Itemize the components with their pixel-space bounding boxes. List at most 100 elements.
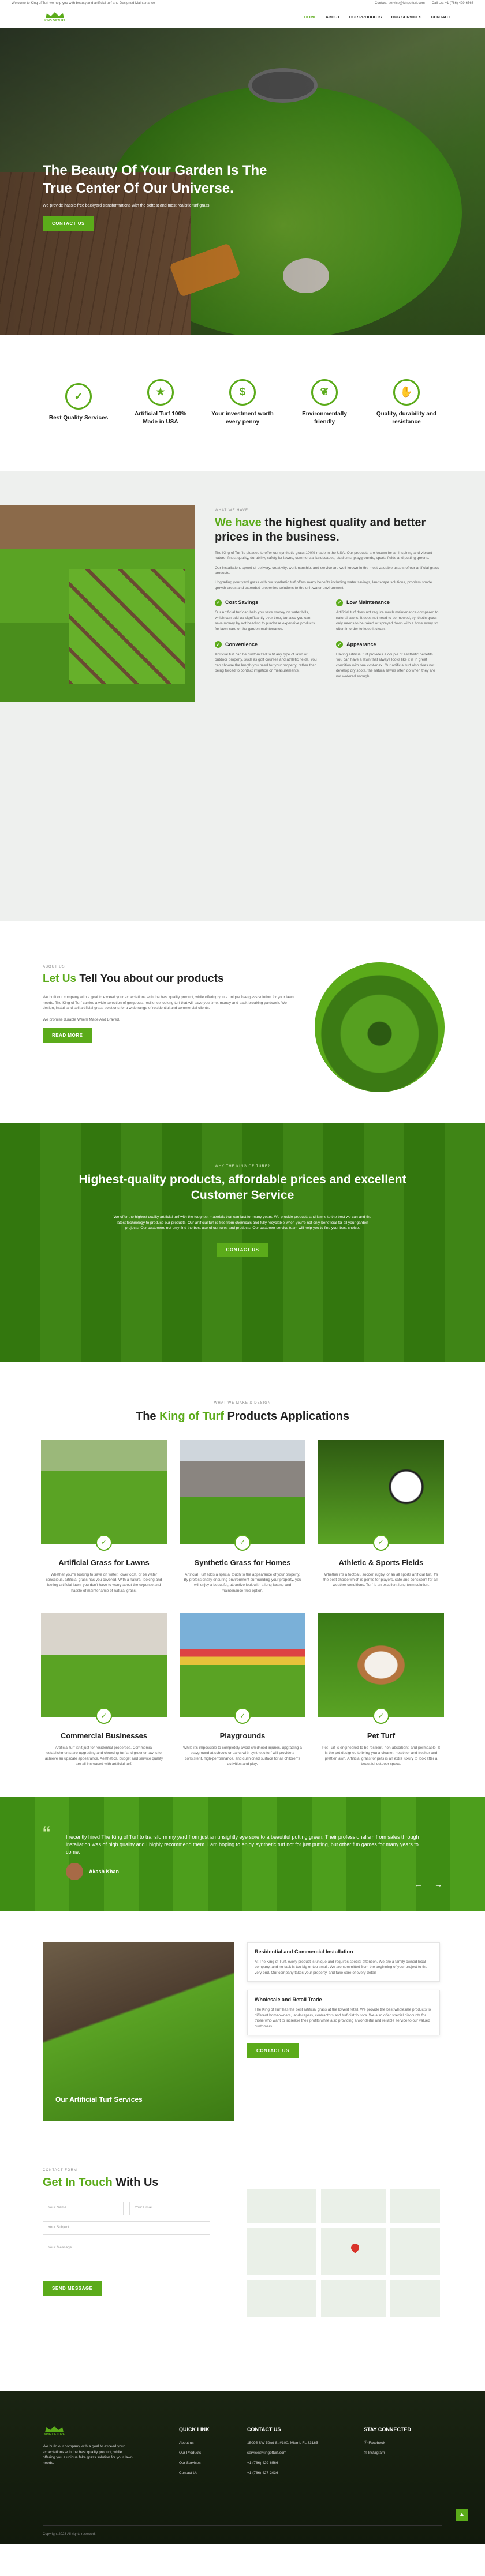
soccer-ball-image: ✓ bbox=[318, 1439, 444, 1551]
hero-subtitle: We provide hassle-free backyard transfor… bbox=[43, 204, 211, 208]
contact-heading: CONTACT US bbox=[247, 2427, 281, 2432]
name-field[interactable]: Your Name bbox=[43, 2201, 124, 2215]
email-field[interactable]: Your Email bbox=[129, 2201, 210, 2215]
check-icon: ✓ bbox=[336, 599, 343, 606]
quality-section: WHAT WE HAVE We have the highest quality… bbox=[0, 471, 485, 921]
message-field[interactable]: Your Message bbox=[43, 2240, 210, 2273]
footer-phone-2[interactable]: +1 (786) 427-2036 bbox=[247, 2470, 328, 2476]
app-card-homes[interactable]: ✓ Synthetic Grass for Homes Artificial Tur… bbox=[180, 1439, 305, 1594]
footer-email[interactable]: service@kingofturf.com bbox=[247, 2450, 328, 2455]
app-card-lawns[interactable]: ✓ Artificial Grass for Lawns Whether you'r… bbox=[41, 1439, 167, 1594]
house-image: ✓ bbox=[180, 1439, 305, 1551]
footer-link-services[interactable]: Our Services bbox=[179, 2461, 210, 2466]
footer-logo[interactable]: KING OF TURF bbox=[43, 2426, 66, 2437]
scroll-top-button[interactable]: ▲ bbox=[456, 2509, 468, 2521]
testimonial-quote: I recently hired The King of Turf to tra… bbox=[66, 1834, 419, 1855]
topbar-email[interactable]: Contact: service@kingofturf.com bbox=[375, 1, 425, 6]
nav-about[interactable]: ABOUT bbox=[326, 15, 340, 21]
garden-steps-image bbox=[0, 505, 195, 702]
testimonial-author: Akash Khan bbox=[89, 1868, 120, 1874]
leaf-icon: ❦ bbox=[311, 378, 338, 406]
footer-link-contact[interactable]: Contact Us bbox=[179, 2470, 210, 2476]
crown-icon bbox=[46, 12, 64, 19]
feature-item: ❦ Environmentally friendly bbox=[293, 378, 356, 427]
hero-title: The Beauty Of Your Garden Is The True Ce… bbox=[43, 163, 267, 197]
about-paragraph: We promise durable Weem Made And Braved. bbox=[43, 1017, 120, 1022]
feature-title: Artificial Turf 100% Made in USA bbox=[135, 410, 186, 426]
subject-field[interactable]: Your Subject bbox=[43, 2221, 210, 2235]
feature-item: $ Your investment worth every penny bbox=[211, 378, 274, 427]
feature-title: Environmentally friendly bbox=[302, 410, 347, 426]
service-card-installation: Residential and Commercial Installation A… bbox=[247, 1942, 440, 1982]
nav-services[interactable]: OUR SERVICES bbox=[391, 15, 422, 21]
facebook-link[interactable]: ⓕ Facebook bbox=[364, 2440, 411, 2446]
about-eyebrow: ABOUT US bbox=[43, 965, 65, 969]
handshake-icon: ✋ bbox=[393, 378, 420, 406]
check-icon: ✓ bbox=[234, 1708, 251, 1724]
dollar-icon: $ bbox=[229, 378, 256, 406]
logo[interactable]: KING OF TURF bbox=[43, 12, 66, 23]
banner-contact-button[interactable]: CONTACT US bbox=[217, 1242, 268, 1258]
app-card-sports[interactable]: ✓ Athletic & Sports Fields Whether it's a … bbox=[318, 1439, 444, 1594]
benefit-appearance: ✓ Appearance Having artificial turf provid… bbox=[336, 641, 435, 678]
nav-home[interactable]: HOME bbox=[304, 15, 316, 21]
benefit-cost-savings: ✓ Cost Savings Our Artificial turf can hel… bbox=[215, 599, 315, 631]
nav-contact[interactable]: CONTACT bbox=[431, 15, 450, 21]
check-icon: ✓ bbox=[96, 1708, 112, 1724]
why-banner: WHY THE KING OF TURF? Highest-quality pr… bbox=[0, 1123, 485, 1362]
feature-title: Best Quality Services bbox=[48, 414, 109, 421]
playground-image: ✓ bbox=[180, 1613, 305, 1724]
check-icon: ✓ bbox=[96, 1534, 112, 1551]
app-card-commercial[interactable]: ✓ Commercial Businesses Artificial turf is… bbox=[41, 1613, 167, 1767]
usa-badge-icon: ★ bbox=[147, 378, 174, 406]
services-contact-button[interactable]: CONTACT US bbox=[247, 2043, 299, 2058]
welcome-text: Welcome to King of Turf we help you with… bbox=[12, 2, 155, 6]
check-icon: ✓ bbox=[234, 1534, 251, 1551]
instagram-link[interactable]: ◎ Instagram bbox=[364, 2450, 411, 2455]
footer-about: We build our company with a goal to exce… bbox=[43, 2444, 133, 2465]
footer-link-products[interactable]: Our Products bbox=[179, 2450, 210, 2455]
contact-section: CONTACT FORM Get In Touch With Us Your N… bbox=[0, 2135, 485, 2391]
copyright-text: Copyright 2023 All rights reserved. bbox=[43, 2533, 96, 2537]
footer-link-about[interactable]: About us bbox=[179, 2440, 210, 2446]
lawn-image: ✓ bbox=[41, 1439, 167, 1551]
app-card-pets[interactable]: ✓ Pet Turf Pet Turf is engineered to be re… bbox=[318, 1613, 444, 1767]
benefit-convenience: ✓ Convenience Artificial turf can be custo… bbox=[215, 641, 317, 673]
location-map[interactable] bbox=[247, 2189, 440, 2317]
send-message-button[interactable]: SEND MESSAGE bbox=[43, 2281, 102, 2296]
nav-products[interactable]: OUR PRODUCTS bbox=[349, 15, 382, 21]
feature-title: Quality, durability and resistance bbox=[376, 410, 437, 426]
hero-contact-button[interactable]: CONTACT US bbox=[43, 216, 94, 231]
service-card-wholesale: Wholesale and Retail Trade The King of Tu… bbox=[247, 1990, 440, 2036]
next-arrow-icon[interactable]: → bbox=[434, 1878, 442, 1890]
top-bar: Welcome to King of Turf we help you with… bbox=[0, 0, 485, 8]
topbar-phone[interactable]: Call Us: +1 (786) 429-6566 bbox=[432, 1, 473, 6]
footer-phone[interactable]: +1 (786) 429-6566 bbox=[247, 2461, 328, 2466]
quote-icon: “ bbox=[43, 1822, 51, 1847]
check-icon: ✓ bbox=[373, 1534, 389, 1551]
about-paragraph: We built our company with a goal to exce… bbox=[43, 995, 294, 1011]
check-icon: ✓ bbox=[215, 641, 222, 648]
patio-image: ✓ bbox=[41, 1613, 167, 1724]
banner-title: Highest-quality products, affordable pri… bbox=[79, 1172, 406, 1202]
avatar bbox=[66, 1863, 83, 1881]
map-pin-icon[interactable] bbox=[349, 2242, 361, 2253]
turf-roll-image bbox=[315, 962, 445, 1092]
read-more-button[interactable]: READ MORE bbox=[43, 1028, 92, 1043]
nav-menu: HOME ABOUT OUR PRODUCTS OUR SERVICES CON… bbox=[304, 15, 450, 21]
apps-eyebrow: WHAT WE MAKE & DESIGN bbox=[214, 1401, 271, 1405]
banner-text: We offer the highest quality artificial … bbox=[113, 1215, 372, 1231]
features-strip: ✓ Best Quality Services ★ Artificial Turf … bbox=[0, 335, 485, 471]
quality-paragraph: Our installation, speed of delivery, cre… bbox=[215, 565, 439, 575]
contact-title: Get In Touch With Us bbox=[43, 2176, 159, 2189]
app-card-playgrounds[interactable]: ✓ Playgrounds While it's impossible to com… bbox=[180, 1613, 305, 1767]
main-nav: KING OF TURF HOME ABOUT OUR PRODUCTS OUR… bbox=[0, 8, 485, 28]
testimonial-section: “ I recently hired The King of Turf to t… bbox=[0, 1797, 485, 1911]
quick-link-heading: QUICK LINK bbox=[179, 2427, 210, 2432]
crown-icon bbox=[45, 2426, 64, 2432]
prev-arrow-icon[interactable]: ← bbox=[415, 1878, 423, 1890]
quality-paragraph: The King of Turf is pleased to offer our… bbox=[215, 550, 432, 561]
check-badge-icon: ✓ bbox=[65, 383, 92, 410]
check-icon: ✓ bbox=[215, 599, 222, 606]
footer: KING OF TURF We build our company with a… bbox=[0, 2391, 485, 2544]
